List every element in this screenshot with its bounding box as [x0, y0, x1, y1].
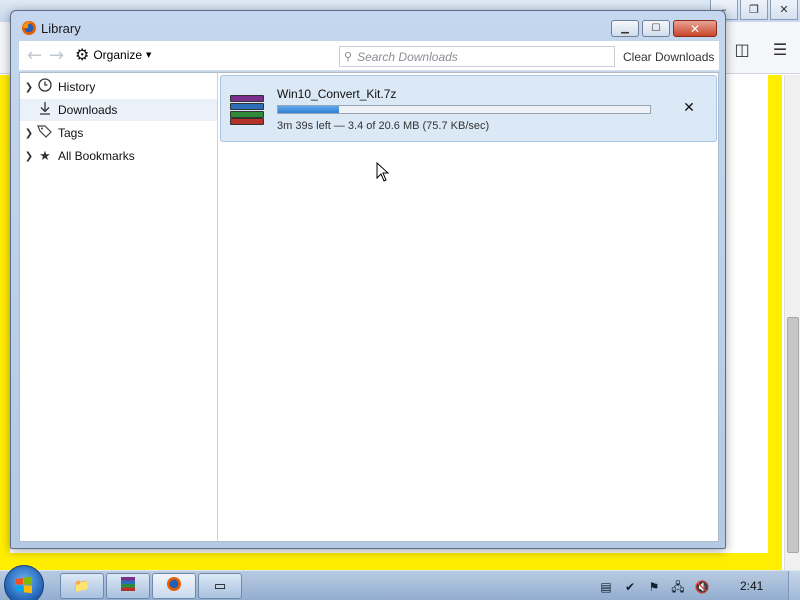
download-progress-fill [278, 106, 340, 113]
library-window: Library ▁ ☐ ✕ ← → ⚙ Organize ▼ ⚲ Clear D… [10, 10, 726, 549]
start-button[interactable] [4, 565, 44, 600]
background-restore-button[interactable]: ❐ [740, 0, 768, 20]
background-close-button[interactable]: ✕ [770, 0, 798, 20]
download-filename: Win10_Convert_Kit.7z [277, 87, 397, 101]
search-input[interactable] [357, 49, 598, 64]
taskbar-firefox-button[interactable] [152, 573, 196, 599]
sidebar-item-label: Downloads [58, 103, 118, 117]
page-yellow-border-bottom [0, 553, 782, 570]
firefox-icon [21, 20, 37, 36]
download-progress-bar [277, 105, 651, 114]
winrar-archive-icon [230, 95, 264, 125]
caret-down-icon: ▼ [146, 51, 152, 59]
cancel-download-icon[interactable]: ✕ [681, 100, 697, 116]
document-icon[interactable]: ▤ [598, 579, 614, 595]
close-button[interactable]: ✕ [673, 20, 717, 37]
taskbar-window-button[interactable]: ▭ [198, 573, 242, 599]
page-scrollbar-thumb[interactable] [787, 317, 799, 553]
action-center-flag-icon[interactable]: ⚑ [646, 579, 662, 595]
organize-label: Organize [93, 48, 143, 62]
sidebar-item-downloads[interactable]: Downloads [20, 99, 217, 121]
download-item[interactable]: Win10_Convert_Kit.7z 3m 39s left — 3.4 o… [220, 75, 717, 142]
download-arrow-icon [36, 101, 54, 119]
sidebar-item-label: Tags [58, 126, 84, 140]
taskbar-explorer-button[interactable]: 📁 [60, 573, 104, 599]
sidebar-item-label: History [58, 80, 96, 94]
security-check-icon[interactable]: ✔ [622, 579, 638, 595]
taskbar-winrar-button[interactable] [106, 573, 150, 599]
network-icon[interactable]: 🖧 [670, 579, 686, 595]
minimize-button[interactable]: ▁ [611, 20, 639, 37]
sidebar-item-tags[interactable]: ❯ Tags [20, 122, 217, 144]
library-sidebar: ❯ History Downloads ❯ Tags ❯ ★ All Bookm… [20, 73, 218, 541]
library-toolbar: ← → ⚙ Organize ▼ ⚲ Clear Downloads [19, 41, 719, 71]
explorer-icon: 📁 [73, 578, 91, 594]
page-yellow-border-right [768, 75, 782, 570]
sidebar-item-history[interactable]: ❯ History [20, 76, 217, 98]
sidebar-toggle-icon[interactable]: ◫ [732, 40, 752, 60]
page-yellow-border-left [0, 75, 10, 570]
search-icon: ⚲ [344, 50, 353, 63]
expand-chevron-icon[interactable]: ❯ [22, 82, 36, 93]
mouse-cursor-icon [376, 161, 390, 185]
windows-logo-icon [16, 576, 32, 594]
gear-icon: ⚙ [75, 45, 90, 64]
sidebar-item-all-bookmarks[interactable]: ❯ ★ All Bookmarks [20, 145, 217, 167]
hamburger-menu-icon[interactable]: ☰ [770, 40, 790, 60]
tag-icon [36, 124, 54, 142]
windows-taskbar: 📁 ▭ ▤ ✔ ⚑ 🖧 🔇 2:41 [0, 565, 800, 600]
forward-arrow-icon[interactable]: → [49, 46, 64, 66]
clock-icon [36, 78, 54, 96]
clear-downloads-button[interactable]: Clear Downloads [623, 50, 714, 64]
download-status: 3m 39s left — 3.4 of 20.6 MB (75.7 KB/se… [277, 120, 490, 132]
expand-chevron-icon[interactable]: ❯ [22, 151, 36, 162]
downloads-list: Win10_Convert_Kit.7z 3m 39s left — 3.4 o… [219, 73, 718, 541]
window-icon: ▭ [213, 578, 227, 594]
star-icon: ★ [39, 148, 51, 164]
back-arrow-icon[interactable]: ← [27, 46, 42, 66]
search-box[interactable]: ⚲ [339, 46, 615, 67]
sidebar-item-label: All Bookmarks [58, 149, 135, 163]
library-body: ❯ History Downloads ❯ Tags ❯ ★ All Bookm… [19, 72, 719, 542]
winrar-icon [120, 576, 136, 596]
window-caption-buttons: ▁ ☐ ✕ [611, 20, 717, 37]
volume-muted-icon[interactable]: 🔇 [694, 579, 710, 595]
page-scrollbar[interactable] [784, 75, 800, 570]
expand-chevron-icon[interactable]: ❯ [22, 128, 36, 139]
show-desktop-button[interactable] [788, 571, 800, 600]
organize-menu-button[interactable]: ⚙ Organize ▼ [75, 47, 151, 63]
window-title: Library [41, 21, 81, 36]
maximize-button[interactable]: ☐ [642, 20, 670, 37]
firefox-icon [166, 576, 182, 596]
taskbar-clock[interactable]: 2:41 [740, 579, 763, 593]
